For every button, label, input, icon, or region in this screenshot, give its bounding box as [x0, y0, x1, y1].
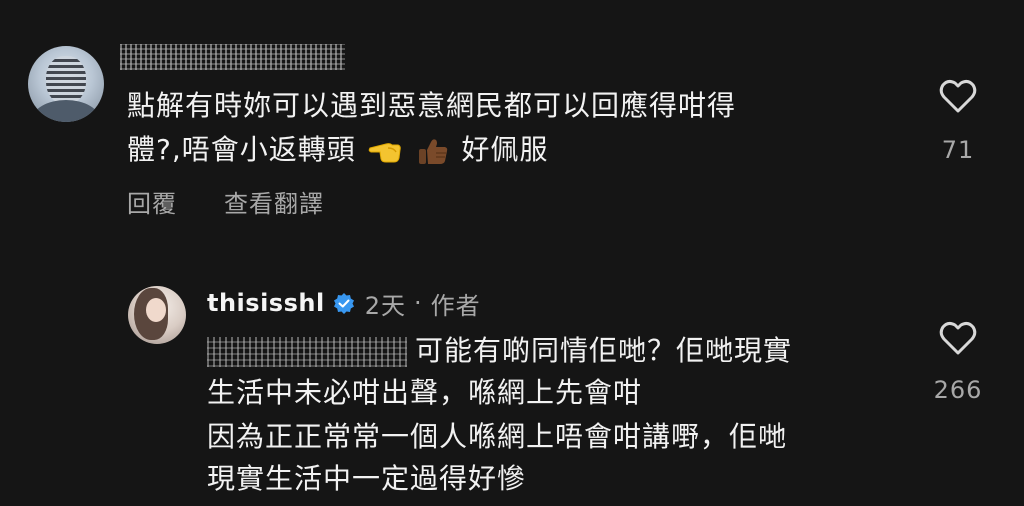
- reply-time: 2天: [364, 291, 406, 320]
- reply-paragraph-2: 因為正正常常一個人喺網上唔會咁講嘢，佢哋 現實生活中一定過得好慘: [207, 416, 907, 500]
- heart-outline-icon[interactable]: [938, 318, 978, 358]
- heart-outline-icon[interactable]: [938, 76, 978, 116]
- commenter-username-redacted: [120, 44, 345, 70]
- see-translation-button[interactable]: 查看翻譯: [224, 184, 324, 219]
- backhand-index-pointing-left-emoji: [368, 143, 401, 163]
- mention-redacted[interactable]: [207, 337, 407, 367]
- comment-line-2: 體?,唔會小返轉頭 好佩服: [127, 128, 867, 172]
- reply-paragraph-1-line-2: 生活中未必咁出聲，喺網上先會咁: [207, 376, 643, 409]
- reply-like-count: 266: [933, 376, 983, 404]
- avatar-face: [146, 298, 166, 322]
- comment-thread: 點解有時妳可以遇到惡意網民都可以回應得咁得 體?,唔會小返轉頭 好佩服 回覆 查…: [0, 0, 1024, 506]
- reply-paragraph-1-line-1-text: 可能有啲同情佢哋？佢哋現實: [415, 334, 793, 367]
- author-badge: 作者: [430, 291, 481, 320]
- reply-paragraph-1-line-1: 可能有啲同情佢哋？佢哋現實: [207, 330, 907, 372]
- reply-paragraph-2-line-1: 因為正正常常一個人喺網上唔會咁講嘢，佢哋: [207, 420, 788, 453]
- reply-paragraph-2-line-2: 現實生活中一定過得好慘: [207, 462, 527, 495]
- reply-header: thisisshl 2天 · 作者: [207, 286, 481, 320]
- comment-line-2-text: 體?,唔會小返轉頭: [127, 133, 356, 166]
- thumbs-up-emoji: [418, 139, 447, 164]
- avatar-shoulders: [32, 100, 100, 122]
- comment-line-1: 點解有時妳可以遇到惡意網民都可以回應得咁得: [127, 89, 737, 122]
- author-avatar[interactable]: [128, 286, 186, 344]
- reply-button[interactable]: 回覆: [127, 184, 177, 219]
- avatar-face-pixelated: [46, 56, 86, 104]
- author-username[interactable]: thisisshl: [207, 289, 325, 317]
- meta-separator: ·: [413, 289, 423, 317]
- comment-like-count: 71: [941, 136, 975, 164]
- comment-line-2-end: 好佩服: [461, 133, 549, 166]
- comment-body: 點解有時妳可以遇到惡意網民都可以回應得咁得 體?,唔會小返轉頭 好佩服: [127, 84, 867, 172]
- verified-badge-icon: [333, 293, 354, 314]
- reply-paragraph-1: 可能有啲同情佢哋？佢哋現實 生活中未必咁出聲，喺網上先會咁: [207, 330, 907, 414]
- commenter-avatar[interactable]: [28, 46, 104, 122]
